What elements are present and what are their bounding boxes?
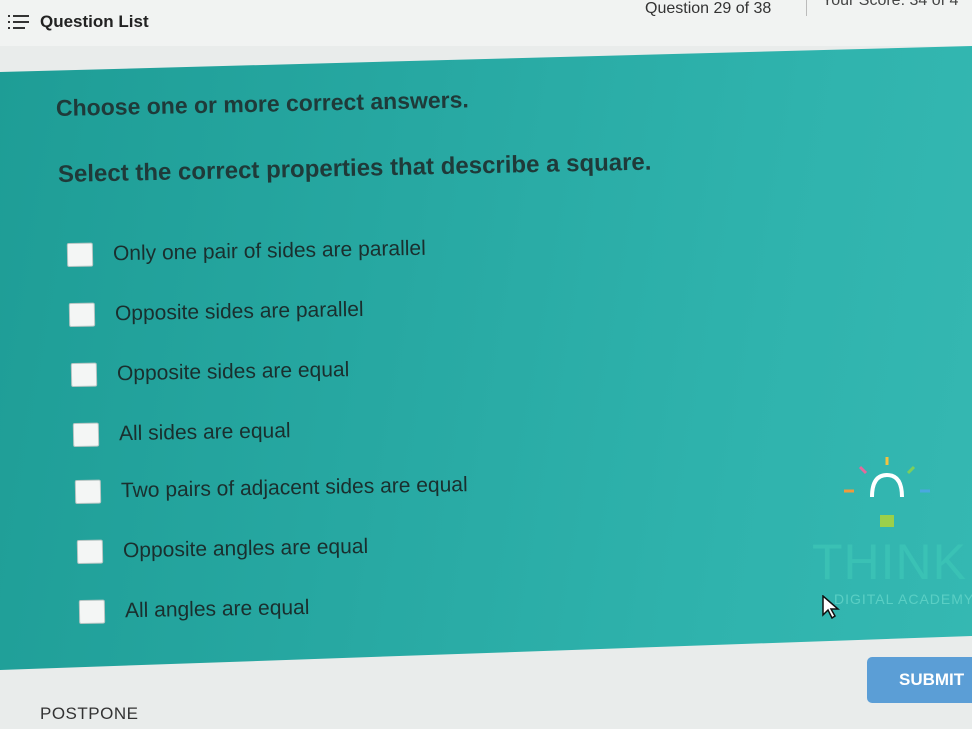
checkbox-icon[interactable] [74,479,102,504]
question-counter: Question 29 of 38 [645,0,772,17]
option-opposite-sides-equal[interactable]: Opposite sides are equal [70,358,350,387]
logo-tagline: DIGITAL ACADEMY [834,591,972,607]
checkbox-icon[interactable] [72,422,100,447]
option-label: All angles are equal [124,595,310,623]
logo-wordmark: THINK [812,534,967,590]
checkbox-icon[interactable] [76,539,104,564]
list-icon [8,14,30,30]
option-label: Opposite sides are equal [116,358,350,386]
checkbox-icon[interactable] [70,362,98,387]
submit-button[interactable]: SUBMIT [867,657,972,703]
top-bar: Question List Question 29 of 38 Your Sco… [0,0,972,46]
think-academy-logo: THINK DIGITAL ACADEMY [812,455,972,615]
submit-label: SUBMIT [899,670,965,689]
checkbox-icon[interactable] [66,242,94,267]
checkbox-icon[interactable] [68,302,96,327]
checkbox-icon[interactable] [78,599,106,624]
option-all-angles-equal[interactable]: All angles are equal [78,595,310,624]
option-all-sides-equal[interactable]: All sides are equal [72,419,291,447]
cursor-icon [822,594,841,624]
question-list-label: Question List [40,12,149,31]
score-display: Your Score: 34 of 4 [822,0,959,9]
postpone-button[interactable]: POSTPONE [40,704,138,724]
option-label: All sides are equal [118,419,291,446]
option-opposite-angles-equal[interactable]: Opposite angles are equal [76,534,369,564]
option-label: Opposite angles are equal [122,534,369,563]
option-opposite-sides-parallel[interactable]: Opposite sides are parallel [68,297,364,327]
lightbulb-icon [844,457,930,527]
question-list-button[interactable]: Question List [8,12,149,32]
header-divider [806,0,807,16]
option-label: Opposite sides are parallel [114,297,364,326]
